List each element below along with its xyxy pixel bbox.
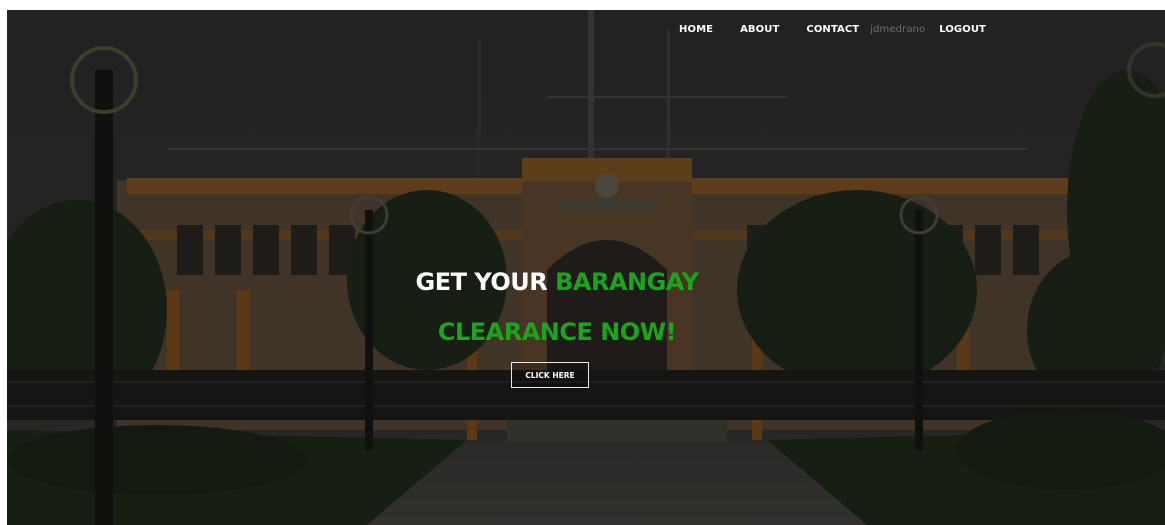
hero-headline: GET YOUR BARANGAY CLEARANCE NOW! xyxy=(7,265,1107,349)
nav-about-link[interactable]: ABOUT xyxy=(740,24,779,35)
hero-headline-line-1: GET YOUR BARANGAY xyxy=(7,265,1107,299)
hero-headline-line-2: CLEARANCE NOW! xyxy=(437,318,677,346)
nav-logout-link[interactable]: LOGOUT xyxy=(939,24,986,35)
page-frame: HOME ABOUT CONTACT jdmedrano LOGOUT GET … xyxy=(7,10,1165,525)
nav-contact-link[interactable]: CONTACT xyxy=(806,24,859,35)
click-here-button[interactable]: CLICK HERE xyxy=(511,362,589,388)
hero-text-white: GET YOUR xyxy=(415,268,556,296)
top-navigation: HOME ABOUT CONTACT jdmedrano LOGOUT xyxy=(679,24,986,35)
hero-text-green: BARANGAY xyxy=(555,268,699,296)
username-label: jdmedrano xyxy=(870,24,926,35)
nav-home-link[interactable]: HOME xyxy=(679,24,713,35)
